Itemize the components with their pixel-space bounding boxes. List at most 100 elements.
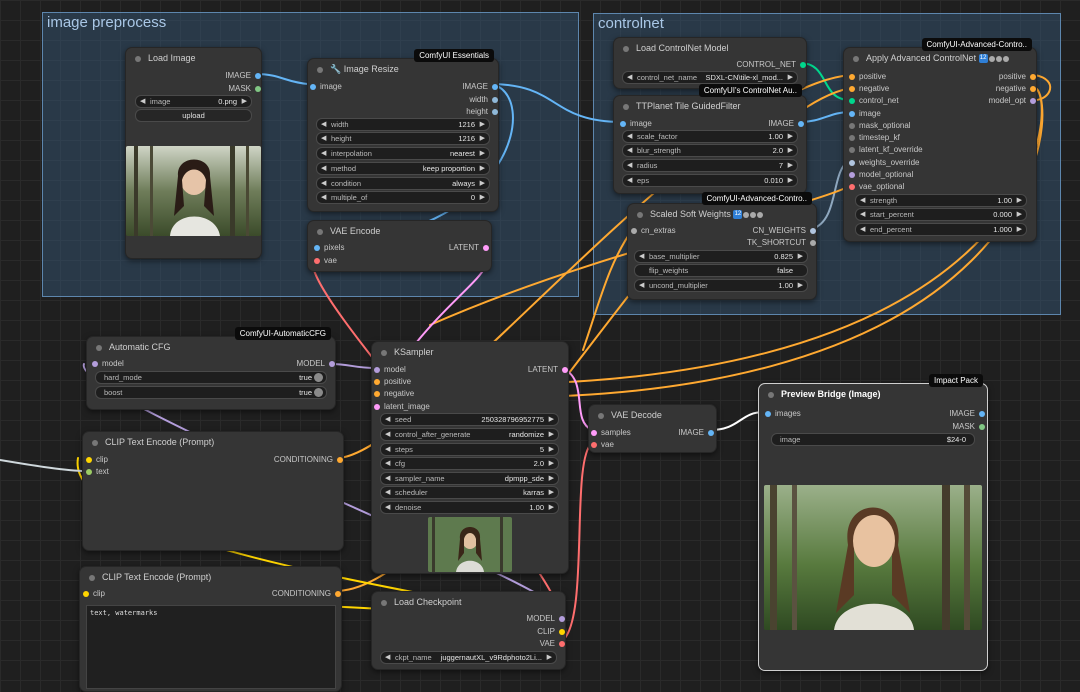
input-vae[interactable]: vae bbox=[591, 440, 614, 449]
input-model[interactable]: model bbox=[92, 359, 124, 368]
input-mask-optional[interactable]: mask_optional bbox=[849, 121, 911, 130]
input-samples[interactable]: samples bbox=[591, 428, 631, 437]
input-model[interactable]: model bbox=[374, 365, 406, 374]
output-image[interactable]: IMAGE bbox=[462, 82, 498, 91]
input-vae-optional[interactable]: vae_optional bbox=[849, 182, 904, 191]
steps-widget[interactable]: ◀ steps 5 ▶ bbox=[380, 443, 559, 456]
control-after-generate-widget[interactable]: ◀ control_after_generate randomize ▶ bbox=[380, 428, 559, 441]
flip-weights-widget[interactable]: flip_weights false bbox=[634, 264, 808, 277]
eye-icon bbox=[750, 211, 757, 218]
number-badge-icon: 12 bbox=[733, 210, 743, 220]
input-image[interactable]: image bbox=[310, 82, 342, 91]
node-ksampler[interactable]: KSampler model positive negative latent_… bbox=[371, 341, 569, 574]
input-timestep-kf[interactable]: timestep_kf bbox=[849, 133, 900, 142]
hard-mode-toggle[interactable]: hard_mode true bbox=[95, 371, 327, 384]
input-cn-extras[interactable]: cn_extras bbox=[631, 226, 676, 235]
start-percent-widget[interactable]: ◀ start_percent 0.000 ▶ bbox=[855, 208, 1027, 221]
output-clip[interactable]: CLIP bbox=[537, 627, 565, 636]
node-clip-text-encode-positive[interactable]: CLIP Text Encode (Prompt) clip text COND… bbox=[82, 431, 344, 551]
radius-widget[interactable]: ◀ radius 7 ▶ bbox=[622, 159, 798, 172]
seed-widget[interactable]: ◀ seed 250328796952775 ▶ bbox=[380, 413, 559, 426]
ckpt-name-select[interactable]: ◀ ckpt_name juggernautXL_v9Rdphoto2Li... ▶ bbox=[380, 651, 557, 664]
input-pixels[interactable]: pixels bbox=[314, 243, 344, 252]
negative-prompt-textarea[interactable]: text, watermarks bbox=[86, 605, 336, 689]
input-latent-image[interactable]: latent_image bbox=[374, 402, 430, 411]
node-image-resize[interactable]: ComfyUI Essentials 🔧 Image Resize image … bbox=[307, 49, 499, 212]
node-title: VAE Decode bbox=[611, 410, 662, 420]
eye-icon bbox=[743, 211, 750, 218]
node-load-checkpoint[interactable]: Load Checkpoint MODEL CLIP VAE ◀ ckpt_nam… bbox=[371, 591, 566, 670]
output-latent[interactable]: LATENT bbox=[528, 365, 568, 374]
input-positive[interactable]: positive bbox=[374, 377, 411, 386]
output-width[interactable]: width bbox=[469, 95, 498, 104]
boost-toggle[interactable]: boost true bbox=[95, 386, 327, 399]
multiple-of-widget[interactable]: ◀ multiple_of 0 ▶ bbox=[316, 191, 490, 204]
strength-widget[interactable]: ◀ strength 1.00 ▶ bbox=[855, 194, 1027, 207]
output-positive[interactable]: positive bbox=[999, 72, 1036, 81]
output-mask[interactable]: MASK bbox=[952, 422, 985, 431]
output-model[interactable]: MODEL bbox=[527, 614, 565, 623]
input-negative[interactable]: negative bbox=[374, 389, 414, 398]
input-control-net[interactable]: control_net bbox=[849, 96, 899, 105]
control-net-name-select[interactable]: ◀ control_net_name SDXL-CN\tile-xl_mod... ▶ bbox=[622, 71, 798, 84]
output-negative[interactable]: negative bbox=[996, 84, 1036, 93]
output-image[interactable]: IMAGE bbox=[225, 71, 261, 80]
input-model-optional[interactable]: model_optional bbox=[849, 170, 913, 179]
scheduler-widget[interactable]: ◀ scheduler karras ▶ bbox=[380, 486, 559, 499]
end-percent-widget[interactable]: ◀ end_percent 1.000 ▶ bbox=[855, 223, 1027, 236]
node-automatic-cfg[interactable]: ComfyUI-AutomaticCFG Automatic CFG model… bbox=[86, 327, 336, 410]
output-latent[interactable]: LATENT bbox=[449, 243, 489, 252]
node-load-controlnet[interactable]: Load ControlNet Model CONTROL_NET ◀ contr… bbox=[613, 37, 807, 89]
uncond-multiplier-widget[interactable]: ◀ uncond_multiplier 1.00 ▶ bbox=[634, 279, 808, 292]
node-apply-advanced-controlnet[interactable]: ComfyUI-Advanced-Contro.. Apply Advanced… bbox=[843, 38, 1037, 242]
input-negative[interactable]: negative bbox=[849, 84, 889, 93]
output-tk-shortcut[interactable]: TK_SHORTCUT bbox=[747, 238, 816, 247]
input-text[interactable]: text bbox=[86, 467, 109, 476]
input-images[interactable]: images bbox=[765, 409, 801, 418]
output-vae[interactable]: VAE bbox=[540, 639, 565, 648]
input-weights-override[interactable]: weights_override bbox=[849, 158, 919, 167]
output-conditioning[interactable]: CONDITIONING bbox=[274, 455, 343, 464]
node-clip-text-encode-negative[interactable]: CLIP Text Encode (Prompt) clip CONDITION… bbox=[79, 566, 342, 692]
blur-strength-widget[interactable]: ◀ blur_strength 2.0 ▶ bbox=[622, 144, 798, 157]
node-vae-encode[interactable]: VAE Encode pixels vae LATENT bbox=[307, 220, 492, 272]
node-title: TTPlanet Tile GuidedFilter bbox=[636, 101, 741, 111]
output-conditioning[interactable]: CONDITIONING bbox=[272, 589, 341, 598]
input-latent-kf-override[interactable]: latent_kf_override bbox=[849, 145, 923, 154]
output-mask[interactable]: MASK bbox=[228, 84, 261, 93]
image-select[interactable]: ◀ image 0.png ▶ bbox=[135, 95, 252, 108]
input-clip[interactable]: clip bbox=[86, 455, 108, 464]
base-multiplier-widget[interactable]: ◀ base_multiplier 0.825 ▶ bbox=[634, 250, 808, 263]
input-clip[interactable]: clip bbox=[83, 589, 105, 598]
node-tile-guidedfilter[interactable]: ComfyUI's ControlNet Au.. TTPlanet Tile … bbox=[613, 84, 807, 194]
input-image[interactable]: image bbox=[849, 109, 881, 118]
eps-widget[interactable]: ◀ eps 0.010 ▶ bbox=[622, 174, 798, 187]
image-widget[interactable]: image $24-0 bbox=[771, 433, 975, 446]
upload-button[interactable]: upload bbox=[135, 109, 252, 122]
output-model[interactable]: MODEL bbox=[297, 359, 335, 368]
node-title: Scaled Soft Weights bbox=[650, 209, 731, 219]
sampler-name-widget[interactable]: ◀ sampler_name dpmpp_sde ▶ bbox=[380, 472, 559, 485]
input-positive[interactable]: positive bbox=[849, 72, 886, 81]
denoise-widget[interactable]: ◀ denoise 1.00 ▶ bbox=[380, 501, 559, 514]
input-image[interactable]: image bbox=[620, 119, 652, 128]
output-height[interactable]: height bbox=[466, 107, 498, 116]
height-widget[interactable]: ◀ height 1216 ▶ bbox=[316, 132, 490, 145]
input-vae[interactable]: vae bbox=[314, 256, 337, 265]
width-widget[interactable]: ◀ width 1216 ▶ bbox=[316, 118, 490, 131]
output-cn-weights[interactable]: CN_WEIGHTS bbox=[753, 226, 816, 235]
output-control-net[interactable]: CONTROL_NET bbox=[736, 60, 806, 69]
scale-factor-widget[interactable]: ◀ scale_factor 1.00 ▶ bbox=[622, 130, 798, 143]
node-scaled-soft-weights[interactable]: ComfyUI-Advanced-Contro.. Scaled Soft We… bbox=[627, 192, 817, 300]
output-image[interactable]: IMAGE bbox=[678, 428, 714, 437]
interpolation-widget[interactable]: ◀ interpolation nearest ▶ bbox=[316, 147, 490, 160]
output-image[interactable]: IMAGE bbox=[949, 409, 985, 418]
method-widget[interactable]: ◀ method keep proportion ▶ bbox=[316, 162, 490, 175]
node-load-image[interactable]: Load Image IMAGE MASK ◀ image 0.png ▶ uploa… bbox=[125, 47, 262, 259]
output-model-opt[interactable]: model_opt bbox=[989, 96, 1036, 105]
condition-widget[interactable]: ◀ condition always ▶ bbox=[316, 177, 490, 190]
node-vae-decode[interactable]: VAE Decode samples vae IMAGE bbox=[588, 404, 717, 453]
cfg-widget[interactable]: ◀ cfg 2.0 ▶ bbox=[380, 457, 559, 470]
output-image[interactable]: IMAGE bbox=[768, 119, 804, 128]
node-preview-bridge[interactable]: Impact Pack Preview Bridge (Image) image… bbox=[758, 374, 988, 671]
